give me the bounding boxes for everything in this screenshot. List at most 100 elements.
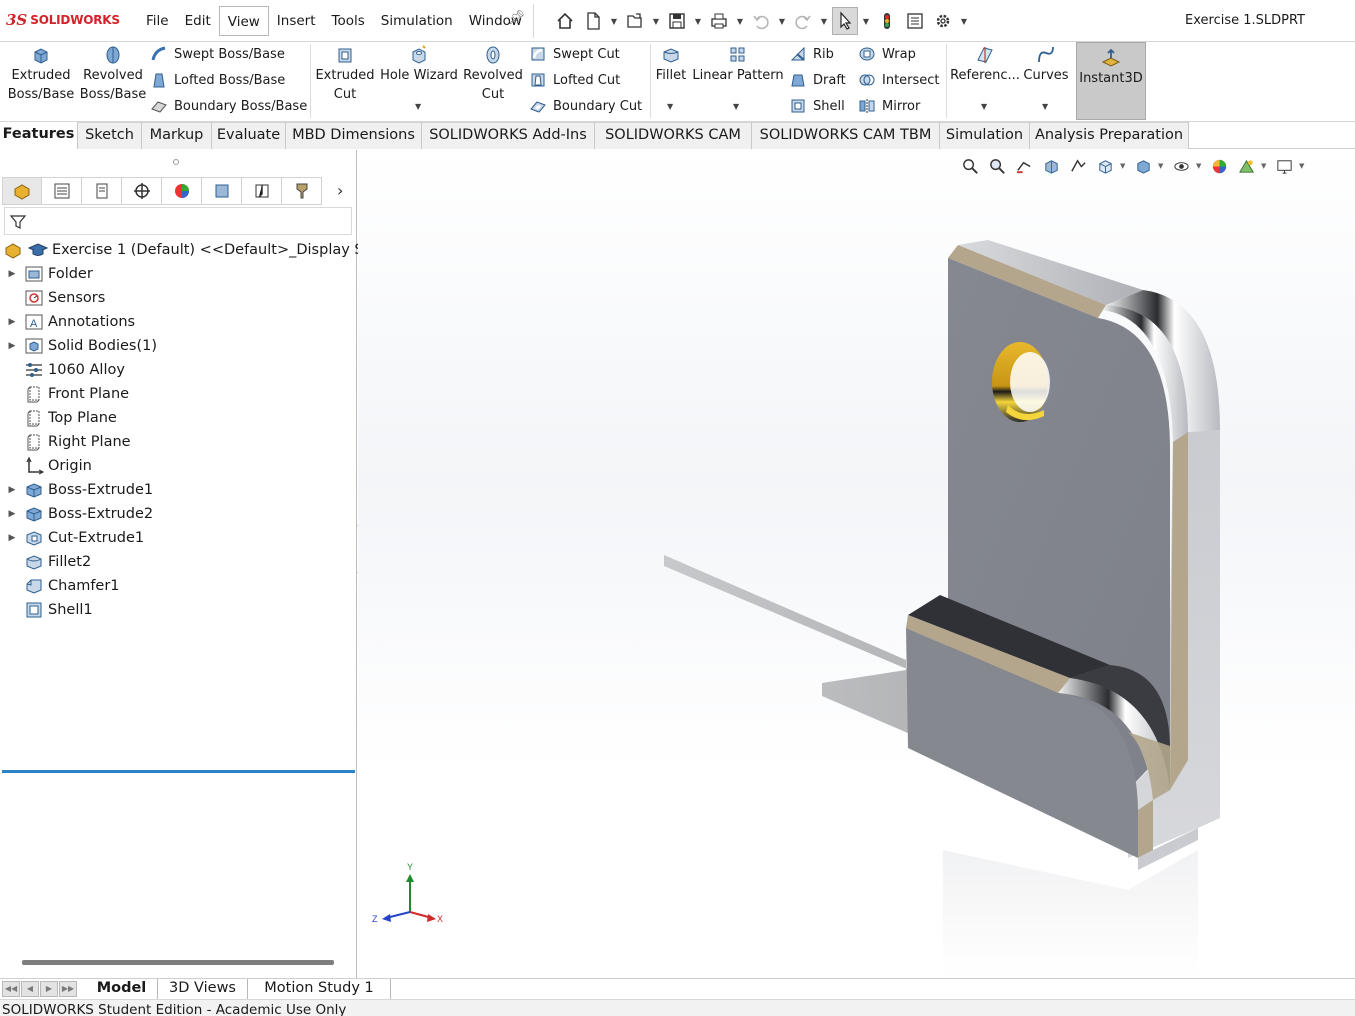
tree-item-top-plane[interactable]: Top Plane: [0, 406, 356, 430]
tree-item-cut-extrude1[interactable]: ▶ Cut-Extrude1: [0, 526, 356, 550]
open-icon[interactable]: [622, 7, 648, 35]
print-dropdown-icon[interactable]: ▼: [734, 17, 746, 26]
intersect-button[interactable]: Intersect: [858, 69, 940, 91]
menu-view[interactable]: View: [218, 6, 269, 36]
select-icon[interactable]: [832, 7, 858, 35]
options-dropdown-icon[interactable]: ▼: [958, 17, 970, 26]
redo-icon[interactable]: [790, 7, 816, 35]
save-dropdown-icon[interactable]: ▼: [692, 17, 704, 26]
save-icon[interactable]: [664, 7, 690, 35]
last-tab-icon[interactable]: ▶▶: [59, 981, 77, 997]
graphics-area[interactable]: ▼ ▼ ▼ ▼ ▼ Y X Z: [358, 150, 1355, 978]
tab-evaluate[interactable]: Evaluate: [212, 122, 286, 149]
revolved-boss-button[interactable]: Revolved Boss/Base: [78, 42, 148, 104]
undo-dropdown-icon[interactable]: ▼: [776, 17, 788, 26]
tab-3d-views[interactable]: 3D Views: [158, 979, 248, 1000]
tree-item-annotations[interactable]: ▶ A Annotations: [0, 310, 356, 334]
dimxpert-manager-tab-icon[interactable]: [122, 177, 162, 205]
instant3d-button[interactable]: Instant3D: [1076, 42, 1146, 120]
tab-analysis-preparation[interactable]: Analysis Preparation: [1030, 122, 1189, 149]
fillet-dropdown-icon[interactable]: ▼: [667, 102, 673, 111]
pane-grip-icon[interactable]: [173, 159, 179, 165]
rib-button[interactable]: Rib: [789, 43, 834, 65]
fillet-button[interactable]: Fillet: [654, 42, 688, 85]
draft-button[interactable]: Draft: [789, 69, 846, 91]
tab-mbd-dimensions[interactable]: MBD Dimensions: [286, 122, 422, 149]
configuration-manager-tab-icon[interactable]: [82, 177, 122, 205]
solidworks-logo[interactable]: 3S SOLIDWORKS: [6, 10, 120, 30]
print-icon[interactable]: [706, 7, 732, 35]
cam-operation-tree-tab-icon[interactable]: [242, 177, 282, 205]
wrap-button[interactable]: Wrap: [858, 43, 916, 65]
tree-item-boss-extrude1[interactable]: ▶ Boss-Extrude1: [0, 478, 356, 502]
menu-simulation[interactable]: Simulation: [373, 6, 461, 36]
tab-sketch[interactable]: Sketch: [78, 122, 142, 149]
cam-tool-tree-tab-icon[interactable]: [282, 177, 322, 205]
tree-item-1060-alloy[interactable]: 1060 Alloy: [0, 358, 356, 382]
prev-tab-icon[interactable]: ◀: [21, 981, 39, 997]
tab-solidworks-cam-tbm[interactable]: SOLIDWORKS CAM TBM: [752, 122, 940, 149]
menu-file[interactable]: File: [138, 6, 177, 36]
lofted-boss-button[interactable]: Lofted Boss/Base: [150, 69, 285, 91]
expand-arrow-icon[interactable]: ▶: [6, 317, 18, 327]
tab-markup[interactable]: Markup: [142, 122, 212, 149]
tree-item-chamfer1[interactable]: Chamfer1: [0, 574, 356, 598]
menu-insert[interactable]: Insert: [269, 6, 324, 36]
tab-model[interactable]: Model: [86, 979, 158, 1000]
expand-arrow-icon[interactable]: ▶: [6, 341, 18, 351]
tab-features[interactable]: Features: [0, 122, 78, 149]
tree-item-sensors[interactable]: Sensors: [0, 286, 356, 310]
expand-arrow-icon[interactable]: ▶: [6, 509, 18, 519]
options-icon[interactable]: [930, 7, 956, 35]
tree-item-boss-extrude2[interactable]: ▶ Boss-Extrude2: [0, 502, 356, 526]
select-dropdown-icon[interactable]: ▼: [860, 17, 872, 26]
first-tab-icon[interactable]: ◀◀: [2, 981, 20, 997]
hole-wizard-button[interactable]: Hole Wizard: [378, 42, 460, 85]
lofted-cut-button[interactable]: Lofted Cut: [529, 69, 620, 91]
tree-item-fillet2[interactable]: Fillet2: [0, 550, 356, 574]
pin-icon[interactable]: 📌︎: [508, 10, 526, 26]
undo-icon[interactable]: [748, 7, 774, 35]
rebuild-icon[interactable]: [874, 7, 900, 35]
tab-simulation[interactable]: Simulation: [940, 122, 1030, 149]
linear-pattern-button[interactable]: Linear Pattern: [692, 42, 784, 85]
reference-geometry-dropdown-icon[interactable]: ▼: [981, 102, 987, 111]
home-icon[interactable]: [552, 7, 578, 35]
swept-boss-button[interactable]: Swept Boss/Base: [150, 43, 285, 65]
swept-cut-button[interactable]: Swept Cut: [529, 43, 620, 65]
redo-dropdown-icon[interactable]: ▼: [818, 17, 830, 26]
tree-root[interactable]: Exercise 1 (Default) <<Default>_Display …: [0, 238, 393, 262]
boundary-cut-button[interactable]: Boundary Cut: [529, 95, 642, 117]
tree-item-right-plane[interactable]: Right Plane: [0, 430, 356, 454]
hole-wizard-dropdown-icon[interactable]: ▼: [415, 102, 421, 111]
menu-tools[interactable]: Tools: [324, 6, 373, 36]
open-dropdown-icon[interactable]: ▼: [650, 17, 662, 26]
tree-item-shell1[interactable]: Shell1: [0, 598, 356, 622]
tab-motion-study[interactable]: Motion Study 1: [248, 979, 391, 1000]
boundary-boss-button[interactable]: Boundary Boss/Base: [150, 95, 307, 117]
expand-arrow-icon[interactable]: ▶: [6, 485, 18, 495]
shell-button[interactable]: Shell: [789, 95, 845, 117]
new-dropdown-icon[interactable]: ▼: [608, 17, 620, 26]
next-tab-icon[interactable]: ▶: [40, 981, 58, 997]
tree-item-front-plane[interactable]: Front Plane: [0, 382, 356, 406]
rollback-bar[interactable]: [2, 770, 355, 773]
tree-filter[interactable]: [4, 207, 352, 235]
linear-pattern-dropdown-icon[interactable]: ▼: [733, 102, 739, 111]
display-manager-tab-icon[interactable]: [162, 177, 202, 205]
tab-solidworks-cam[interactable]: SOLIDWORKS CAM: [595, 122, 752, 149]
new-document-icon[interactable]: [580, 7, 606, 35]
feature-manager-tab-icon[interactable]: [2, 177, 42, 205]
part-model[interactable]: [358, 150, 1355, 978]
tab-solidworks-add-ins[interactable]: SOLIDWORKS Add-Ins: [422, 122, 595, 149]
curves-button[interactable]: Curves: [1022, 42, 1070, 85]
reference-geometry-button[interactable]: Referenc...: [950, 42, 1020, 85]
mirror-button[interactable]: Mirror: [858, 95, 920, 117]
cam-feature-tree-tab-icon[interactable]: [202, 177, 242, 205]
revolved-cut-button[interactable]: Revolved Cut: [462, 42, 524, 104]
property-manager-tab-icon[interactable]: [42, 177, 82, 205]
expand-arrow-icon[interactable]: ▶: [6, 269, 18, 279]
tree-item-origin[interactable]: Origin: [0, 454, 356, 478]
horizontal-scrollbar[interactable]: [22, 960, 334, 965]
file-properties-icon[interactable]: [902, 7, 928, 35]
